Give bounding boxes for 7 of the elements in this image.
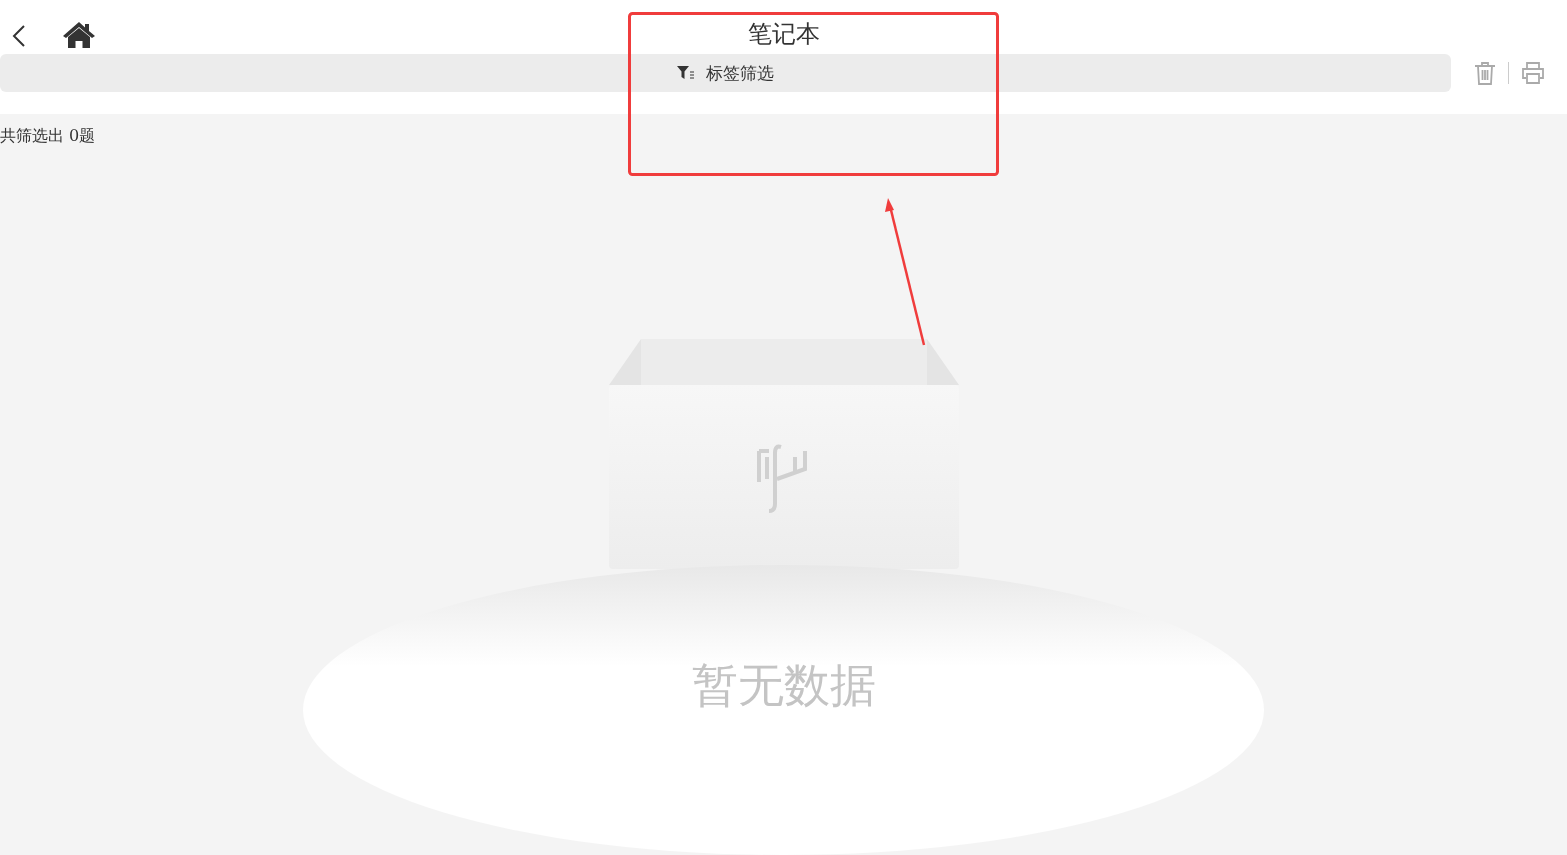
page-title: 笔记本 [747, 19, 820, 50]
tag-filter-button[interactable]: 标签筛选 [0, 54, 1451, 92]
home-icon[interactable] [62, 21, 96, 49]
result-count: 共筛选出 0题 [0, 126, 96, 147]
back-icon[interactable] [12, 25, 26, 47]
empty-state-text: 暂无数据 [691, 657, 876, 714]
filter-icon [677, 66, 694, 80]
